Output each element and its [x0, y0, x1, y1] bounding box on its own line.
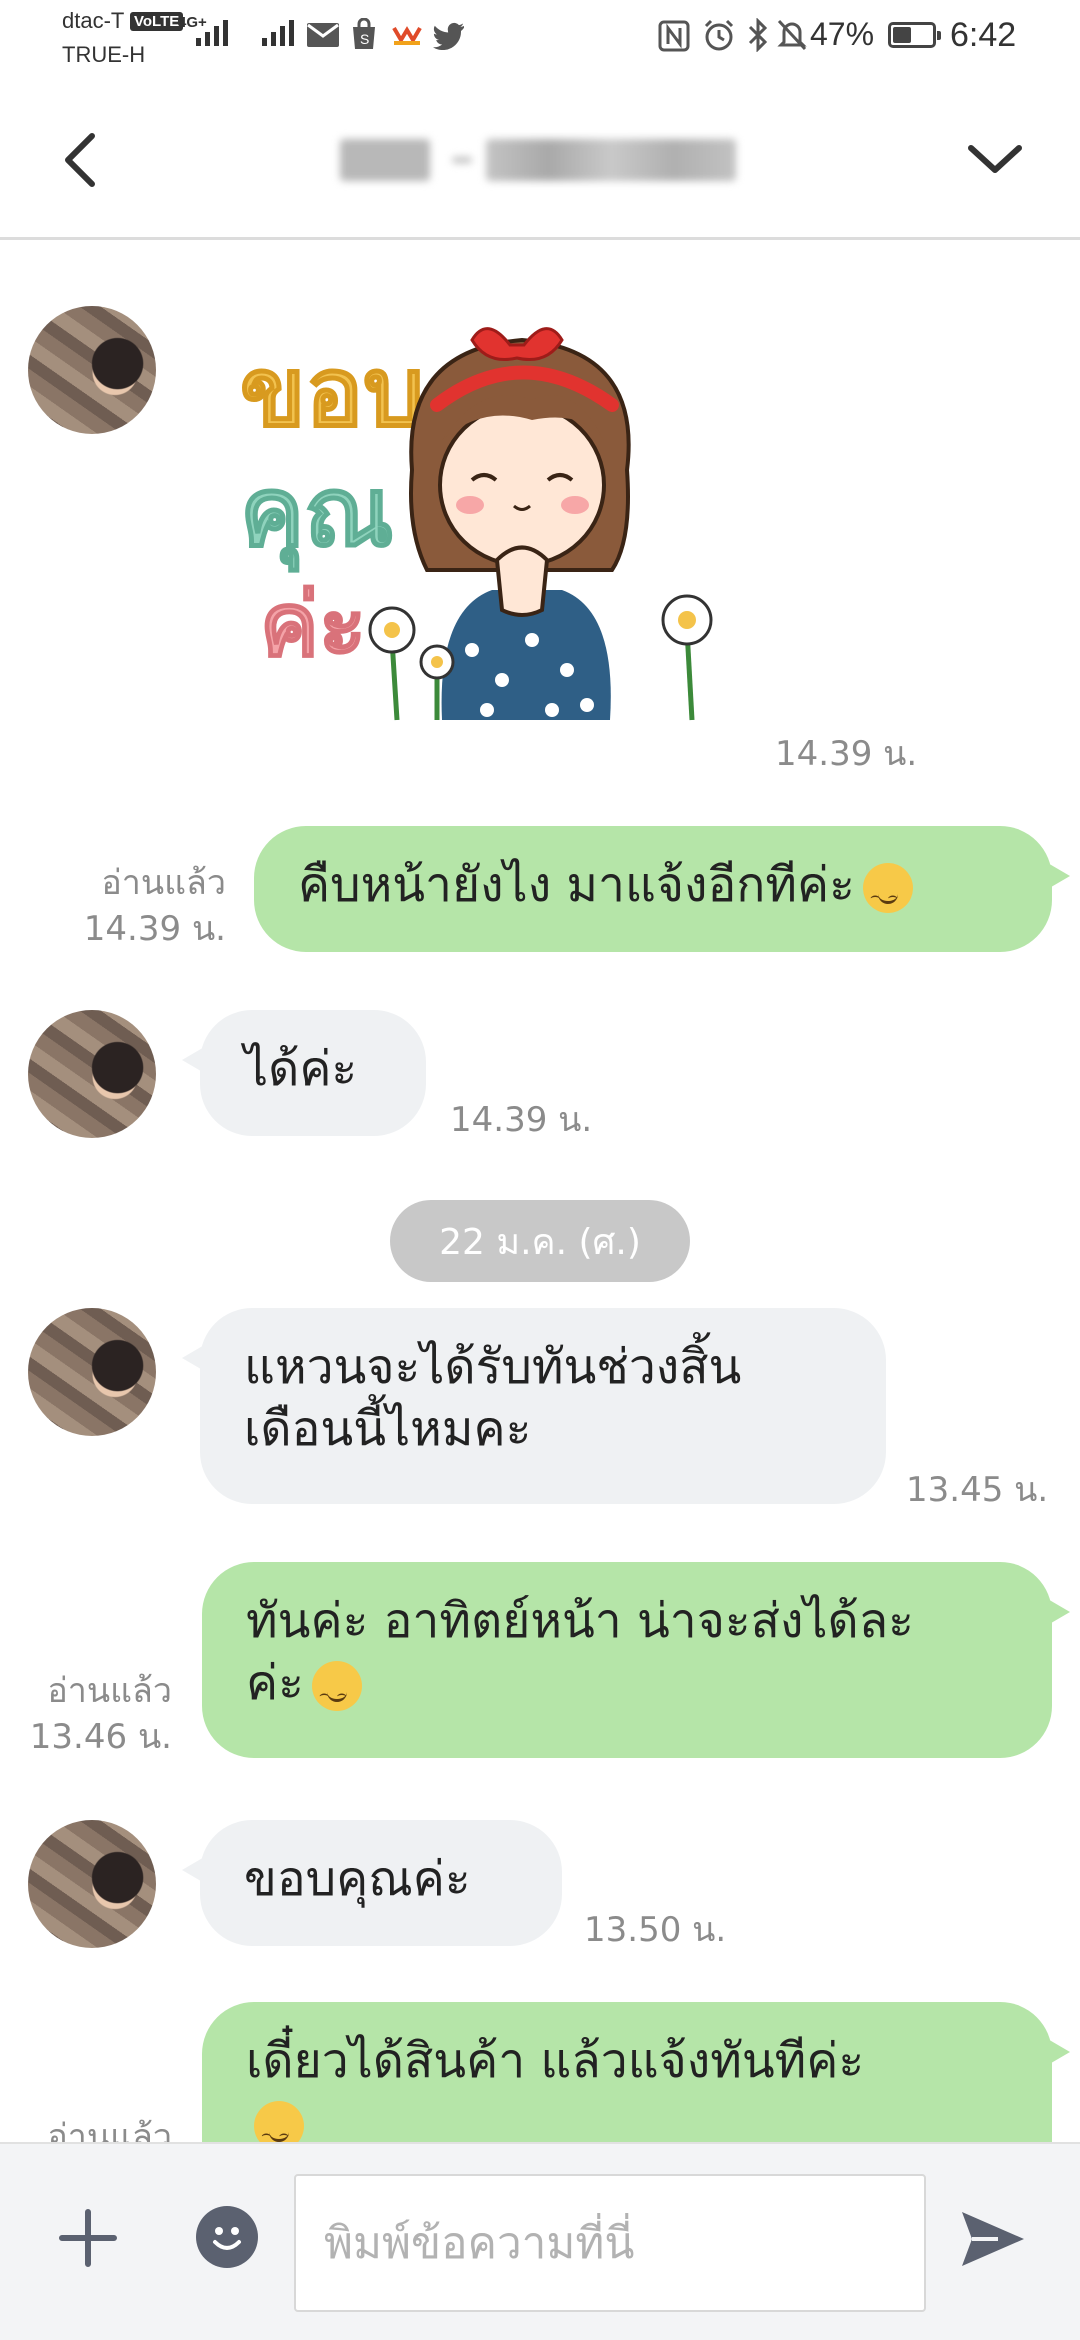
message-time: 13.50 น.: [584, 1910, 727, 1950]
sticker-thank-you[interactable]: ขอบ คุณ ค่ะ: [232, 310, 752, 740]
message-input-bar: [0, 2142, 1080, 2340]
read-receipt: อ่านแล้ว: [47, 2117, 172, 2142]
sticker-text-3: ค่ะ: [260, 573, 366, 676]
carrier-name-1: dtac-T: [62, 8, 125, 33]
smiling-face-icon: [254, 2101, 304, 2142]
mail-icon: [307, 23, 339, 47]
avatar[interactable]: [28, 1820, 156, 1948]
message-text-line: เดือนนี้ไหมคะ: [244, 1401, 532, 1457]
message-bubble-in[interactable]: ขอบคุณค่ะ: [182, 1820, 562, 1946]
signal-icon: [262, 16, 294, 46]
read-receipt: อ่านแล้ว 13.46 น.: [29, 1671, 172, 1757]
message-time: 13.45 น.: [906, 1470, 1049, 1510]
avatar[interactable]: [28, 306, 156, 434]
volte-badge: VoLTE: [130, 12, 184, 31]
signal-icon: [196, 16, 228, 46]
message-text: ได้ค่ะ: [244, 1041, 358, 1097]
chat-title-blurred: [340, 132, 740, 188]
app-notification-icon: [392, 26, 422, 45]
smiling-face-icon: [862, 863, 913, 927]
message-bubble-out[interactable]: คืบหน้ายังไง มาแจ้งอีกทีค่ะ: [254, 826, 1070, 952]
message-text-line: ค่ะ: [246, 1655, 304, 1711]
svg-text:S: S: [360, 31, 369, 47]
chevron-down-icon[interactable]: [955, 120, 1035, 200]
smiling-face-icon: [311, 1661, 362, 1725]
nfc-icon: [658, 20, 690, 52]
plus-icon[interactable]: [56, 2206, 120, 2270]
message-time: 14.39 น.: [775, 734, 918, 774]
message-input[interactable]: [294, 2174, 926, 2312]
bluetooth-icon: [748, 18, 768, 52]
message-text: คืบหน้ายังไง มาแจ้งอีกทีค่ะ: [298, 857, 855, 913]
message-time: 14.39 น.: [450, 1100, 593, 1140]
message-text: เดี๋ยวได้สินค้า แล้วแจ้งทันทีค่ะ: [246, 2033, 865, 2089]
message-text-line: ทันค่ะ อาทิตย์หน้า น่าจะส่งได้ละ: [246, 1593, 914, 1649]
avatar[interactable]: [28, 1010, 156, 1138]
shopping-bag-icon: S: [353, 18, 375, 49]
message-text-line: แหวนจะได้รับทันช่วงสิ้น: [244, 1339, 742, 1395]
chat-header: [0, 82, 1080, 240]
emoji-icon[interactable]: [196, 2206, 258, 2268]
silent-icon: [777, 19, 807, 51]
battery-icon: [888, 22, 941, 48]
message-bubble-in[interactable]: ได้ค่ะ: [182, 1010, 426, 1136]
sticker-text-2: คุณ: [240, 456, 393, 572]
message-text: ขอบคุณค่ะ: [244, 1851, 471, 1907]
date-separator: 22 ม.ค. (ศ.): [390, 1200, 690, 1282]
message-bubble-in[interactable]: แหวนจะได้รับทันช่วงสิ้น เดือนนี้ไหมคะ: [182, 1308, 886, 1504]
sticker-text-1: ขอบ: [240, 336, 424, 448]
battery-percent: 47%: [810, 16, 875, 52]
status-bar: dtac-T TRUE-H VoLTE 4G+ S 47% 6:42: [0, 0, 1080, 82]
carrier-name-2: TRUE-H: [62, 42, 146, 67]
chat-messages[interactable]: ขอบ คุณ ค่ะ 14.39 น. อ่านแล้ว 14.39 น. ค…: [0, 240, 1080, 2142]
message-bubble-out[interactable]: เดี๋ยวได้สินค้า แล้วแจ้งทันทีค่ะ: [202, 2002, 1070, 2142]
read-receipt: อ่านแล้ว 14.39 น.: [83, 863, 226, 949]
alarm-icon: [704, 19, 734, 51]
avatar[interactable]: [28, 1308, 156, 1436]
send-icon[interactable]: [958, 2206, 1028, 2272]
clock: 6:42: [950, 16, 1017, 54]
message-bubble-out[interactable]: ทันค่ะ อาทิตย์หน้า น่าจะส่งได้ละ ค่ะ: [202, 1562, 1070, 1758]
twitter-icon: [433, 22, 464, 50]
chevron-left-icon[interactable]: [48, 120, 118, 200]
